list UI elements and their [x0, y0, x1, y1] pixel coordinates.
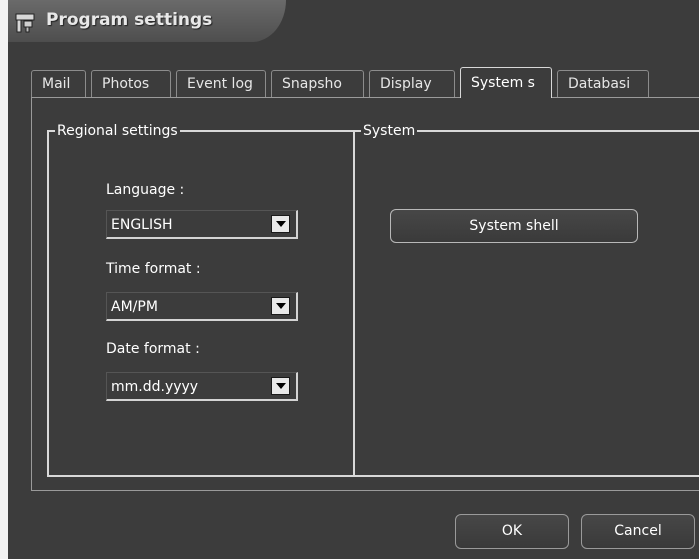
program-settings-window: Program settings Mail Photos Event log S…: [8, 0, 699, 559]
chevron-down-icon[interactable]: [271, 215, 290, 233]
time-format-value: AM/PM: [111, 299, 158, 315]
time-format-select[interactable]: AM/PM: [106, 292, 298, 321]
chevron-down-icon[interactable]: [271, 297, 290, 315]
title-bar: Program settings: [8, 0, 286, 42]
time-format-label: Time format :: [106, 261, 201, 277]
window-title: Program settings: [46, 10, 213, 30]
regional-settings-group: Regional settings Language : ENGLISH Tim…: [47, 122, 355, 477]
date-format-label: Date format :: [106, 341, 200, 357]
regional-settings-title: Regional settings: [55, 122, 180, 140]
ok-button[interactable]: OK: [455, 514, 569, 549]
system-group: System System shell: [353, 122, 699, 477]
language-value: ENGLISH: [111, 217, 173, 233]
tab-display[interactable]: Display: [369, 70, 455, 97]
system-shell-button[interactable]: System shell: [390, 209, 638, 243]
cancel-button[interactable]: Cancel: [581, 514, 695, 549]
date-format-select[interactable]: mm.dd.yyyy: [106, 372, 298, 401]
tab-photos[interactable]: Photos: [91, 70, 171, 97]
chevron-down-icon[interactable]: [271, 377, 290, 395]
language-select[interactable]: ENGLISH: [106, 210, 298, 239]
language-label: Language :: [106, 182, 185, 198]
tab-database[interactable]: Databasi: [557, 70, 649, 97]
system-title: System: [361, 122, 418, 140]
tab-panel: Regional settings Language : ENGLISH Tim…: [31, 97, 699, 491]
date-format-value: mm.dd.yyyy: [111, 379, 199, 395]
tab-event-log[interactable]: Event log: [176, 70, 266, 97]
tab-snapshot[interactable]: Snapsho: [271, 70, 364, 97]
tab-system-settings[interactable]: System s: [460, 67, 552, 98]
camera-settings-icon: [15, 13, 35, 33]
tab-mail[interactable]: Mail: [31, 70, 86, 97]
